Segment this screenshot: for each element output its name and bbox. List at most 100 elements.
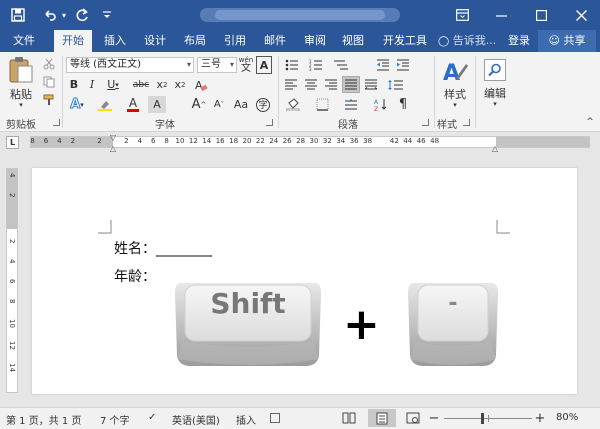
copy-icon[interactable]	[40, 74, 58, 90]
tab-insert[interactable]: 插入	[98, 30, 132, 52]
decrease-indent-icon[interactable]	[374, 56, 392, 73]
login-link[interactable]: 登录	[504, 30, 534, 52]
ruler-number: 16	[215, 137, 225, 145]
align-left-icon[interactable]	[282, 76, 300, 93]
separator	[278, 56, 279, 128]
distributed-icon[interactable]	[362, 76, 380, 93]
undo-dropdown-icon[interactable]: ▾	[59, 0, 69, 30]
zoom-out-button[interactable]: −	[428, 411, 440, 426]
doc-line-name[interactable]: 姓名：________	[114, 238, 212, 258]
ruler-number: 42	[389, 137, 399, 145]
font-size-value: 三号	[201, 59, 221, 70]
shading-icon[interactable]	[282, 96, 306, 113]
paragraph-launcher-icon[interactable]	[422, 119, 429, 126]
shift-key-image: Shift	[173, 279, 323, 369]
numbering-icon[interactable]: 123	[306, 56, 328, 73]
svg-text:A: A	[443, 61, 460, 84]
enclose-characters-icon[interactable]: 字	[254, 96, 272, 113]
paste-dropdown-icon: ▾	[19, 101, 23, 109]
word-count[interactable]: 7 个字	[100, 412, 130, 427]
sort-icon[interactable]: AZ	[372, 96, 390, 113]
tab-developer[interactable]: 开发工具	[378, 30, 432, 52]
styles-launcher-icon[interactable]	[463, 119, 470, 126]
clipboard-launcher-icon[interactable]	[53, 119, 60, 126]
character-border-icon[interactable]: A	[256, 56, 272, 74]
editing-dropdown-icon: ▾	[493, 100, 497, 108]
multilevel-list-icon[interactable]	[330, 56, 352, 73]
font-size-dropdown[interactable]: 三号 ▾	[197, 57, 237, 73]
right-indent-marker[interactable]: △	[490, 144, 500, 153]
hanging-indent-marker[interactable]: △	[108, 144, 118, 153]
tab-selector-icon[interactable]: L	[6, 136, 19, 149]
minus-key-label: -	[448, 291, 458, 316]
first-line-indent-marker[interactable]: ▽	[108, 133, 118, 142]
tab-mailings[interactable]: 邮件	[258, 30, 292, 52]
tab-design[interactable]: 设计	[138, 30, 172, 52]
editing-button[interactable]: 编辑 ▾	[480, 56, 510, 110]
tab-home[interactable]: 开始	[54, 30, 92, 52]
strikethrough-button[interactable]: abc	[128, 76, 154, 93]
change-case-icon[interactable]: Aa	[232, 96, 250, 113]
tab-references[interactable]: 引用	[218, 30, 252, 52]
underline-button[interactable]: U ▾	[102, 76, 124, 93]
web-layout-icon[interactable]	[404, 411, 422, 425]
styles-gallery-button[interactable]: A 样式 ▾	[438, 56, 472, 110]
superscript-button[interactable]: x2	[172, 76, 188, 93]
tab-file[interactable]: 文件	[6, 30, 42, 52]
zoom-slider-thumb[interactable]	[481, 413, 484, 424]
clear-formatting-icon[interactable]: A	[192, 76, 210, 93]
grow-font-icon[interactable]: A ^	[190, 96, 208, 113]
zoom-in-button[interactable]: +	[534, 411, 546, 426]
zoom-level[interactable]: 80%	[556, 412, 578, 423]
tell-me-box[interactable]: ◯ 告诉我...	[438, 30, 502, 52]
shrink-font-icon[interactable]: Aˇ	[210, 96, 228, 113]
print-layout-icon[interactable]	[368, 409, 396, 427]
vruler-num: 4	[8, 259, 16, 264]
font-color-icon[interactable]: A	[122, 96, 144, 113]
italic-button[interactable]: I	[84, 76, 100, 93]
highlight-color-icon[interactable]	[94, 96, 116, 113]
tab-view[interactable]: 视图	[336, 30, 370, 52]
tab-review[interactable]: 审阅	[298, 30, 332, 52]
customize-quick-access-icon[interactable]	[100, 0, 114, 30]
subscript-button[interactable]: x2	[154, 76, 170, 93]
cut-icon[interactable]	[40, 56, 58, 72]
increase-indent-icon[interactable]	[394, 56, 412, 73]
align-right-icon[interactable]	[322, 76, 340, 93]
line-spacing-icon[interactable]	[384, 76, 408, 93]
paste-button[interactable]: 粘贴 ▾	[6, 56, 36, 109]
doc-line-age[interactable]: 年龄：	[114, 266, 156, 286]
vertical-ruler[interactable]: 4 2 2 4 6 8 10 12 14	[6, 168, 18, 393]
phonetic-guide-button[interactable]: wén 文	[238, 56, 254, 74]
redo-icon[interactable]	[72, 0, 92, 30]
document-title-blurred-inner	[215, 10, 385, 20]
page-count[interactable]: 第 1 页，共 1 页	[6, 412, 81, 427]
bold-button[interactable]: B	[66, 76, 82, 93]
bullets-icon[interactable]	[282, 56, 304, 73]
share-button[interactable]: ☺ 共享	[538, 30, 596, 52]
font-name-dropdown[interactable]: 等线 (西文正文) ▾	[66, 57, 194, 73]
proofing-icon[interactable]: ✓	[148, 412, 156, 423]
read-mode-icon[interactable]	[340, 411, 358, 425]
format-painter-icon[interactable]	[40, 92, 58, 108]
language-status[interactable]: 英语(美国)	[172, 412, 220, 427]
collapse-ribbon-icon[interactable]: ^	[584, 116, 596, 128]
minimize-icon[interactable]	[486, 0, 516, 30]
ribbon-display-icon[interactable]	[450, 0, 474, 30]
save-icon[interactable]	[8, 0, 28, 30]
insert-mode-status[interactable]: 插入	[236, 412, 256, 427]
text-effects-icon[interactable]: A ▾	[66, 96, 88, 113]
font-launcher-icon[interactable]	[266, 119, 273, 126]
justify-icon[interactable]	[342, 76, 360, 93]
borders-icon[interactable]	[310, 96, 334, 113]
chinese-layout-icon[interactable]	[340, 96, 362, 113]
maximize-icon[interactable]	[526, 0, 556, 30]
character-shading-icon[interactable]: A	[148, 96, 166, 113]
show-formatting-marks-icon[interactable]: ¶	[394, 96, 412, 113]
undo-icon[interactable]	[40, 0, 60, 30]
tab-layout[interactable]: 布局	[178, 30, 212, 52]
close-icon[interactable]	[566, 0, 596, 30]
macro-record-icon[interactable]	[270, 413, 280, 423]
document-page[interactable]: 姓名：________ 年龄： Shift + -	[32, 168, 577, 394]
align-center-icon[interactable]	[302, 76, 320, 93]
